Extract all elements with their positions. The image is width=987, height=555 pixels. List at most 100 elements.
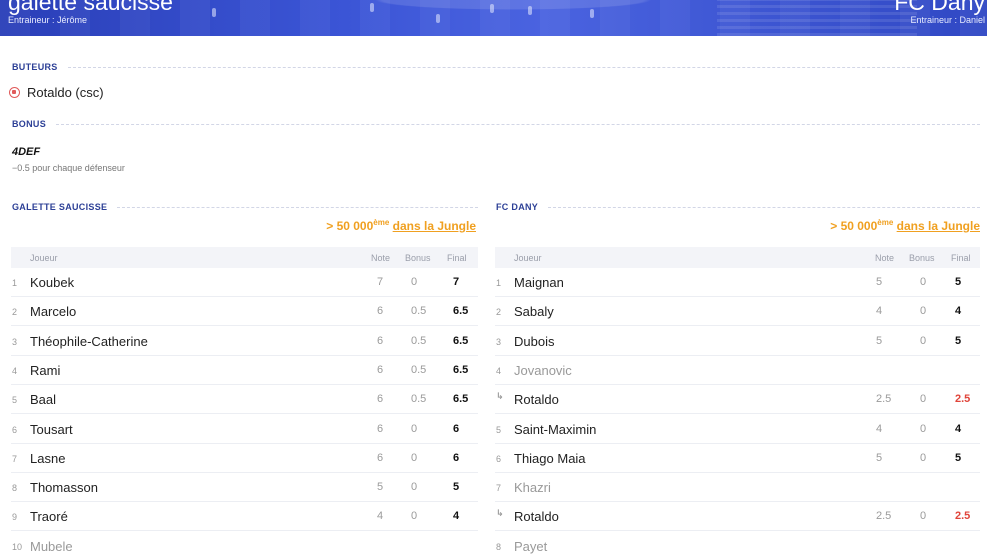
player-number: 6	[12, 424, 18, 435]
player-final: 5	[955, 276, 962, 288]
ball-icon	[9, 87, 20, 98]
table-row[interactable]: ↳ Rotaldo 2.5 0 2.5	[495, 502, 980, 532]
home-team-label: GALETTE SAUCISSE	[12, 202, 108, 212]
table-row[interactable]: 2 Marcelo 6 0.5 6.5	[11, 297, 478, 327]
player-note: 5	[876, 334, 883, 347]
player-final: 4	[453, 510, 460, 523]
away-rank-value: > 50 000	[830, 219, 878, 233]
player-figure	[370, 3, 374, 12]
player-name[interactable]: Baal	[30, 392, 56, 407]
player-number: 8	[496, 541, 502, 552]
player-name[interactable]: Rotaldo	[514, 509, 559, 524]
table-row[interactable]: 4 Jovanovic	[495, 356, 980, 385]
player-note: 4	[377, 510, 384, 523]
table-row[interactable]: 5 Saint-Maximin 4 0 4	[495, 415, 980, 444]
away-jungle-link[interactable]: dans la Jungle	[897, 219, 980, 233]
player-bonus: 0	[920, 510, 927, 523]
home-rank-suffix: ème	[373, 218, 390, 227]
player-bonus: 0.5	[411, 305, 427, 318]
player-final: 7	[453, 276, 460, 288]
away-table-header: Joueur Note Bonus Final	[495, 247, 980, 268]
player-name[interactable]: Rotaldo	[514, 392, 559, 407]
player-name[interactable]: Rami	[30, 363, 60, 378]
player-name[interactable]: Sabaly	[514, 304, 554, 319]
player-final: 6.5	[453, 393, 469, 406]
player-number: 7	[496, 483, 502, 494]
player-final: 2.5	[955, 393, 971, 406]
away-coach: Entraineur : Daniel	[910, 15, 985, 25]
col-note: Note	[371, 253, 391, 263]
table-row[interactable]: 9 Traoré 4 0 4	[11, 502, 478, 532]
player-number: 2	[12, 307, 18, 318]
divider	[548, 206, 980, 208]
player-bonus: 0	[920, 305, 927, 318]
match-banner: galette saucisse Entraineur : Jérôme FC …	[0, 0, 987, 36]
home-jungle-link[interactable]: dans la Jungle	[393, 219, 476, 233]
table-row[interactable]: 7 Lasne 6 0 6	[11, 444, 478, 473]
player-name[interactable]: Marcelo	[30, 304, 76, 319]
divider	[56, 123, 980, 125]
player-name[interactable]: Théophile-Catherine	[30, 334, 148, 349]
away-team-name[interactable]: FC Dany	[894, 0, 985, 16]
table-row[interactable]: 6 Thiago Maia 5 0 5	[495, 444, 980, 473]
table-row[interactable]: 8 Thomasson 5 0 5	[11, 473, 478, 503]
player-name[interactable]: Koubek	[30, 275, 74, 290]
player-name[interactable]: Lasne	[30, 451, 65, 466]
away-rank-suffix: ème	[877, 218, 894, 227]
player-name[interactable]: Tousart	[30, 422, 73, 437]
player-final: 6.5	[453, 305, 469, 318]
player-note: 5	[876, 276, 883, 288]
table-row[interactable]: 2 Sabaly 4 0 4	[495, 297, 980, 327]
player-name[interactable]: Saint-Maximin	[514, 422, 596, 437]
player-number: 1	[496, 278, 502, 288]
player-number: 1	[12, 278, 18, 288]
table-row[interactable]: 7 Khazri	[495, 473, 980, 503]
table-row[interactable]: 3 Théophile-Catherine 6 0.5 6.5	[11, 327, 478, 356]
player-note: 4	[876, 422, 883, 435]
table-row[interactable]: 10 Mubele	[11, 532, 478, 555]
player-name[interactable]: Maignan	[514, 275, 564, 290]
player-number: 3	[496, 336, 502, 347]
table-row[interactable]: 5 Baal 6 0.5 6.5	[11, 385, 478, 415]
player-name[interactable]: Jovanovic	[514, 363, 572, 378]
away-team-label: FC DANY	[496, 202, 539, 212]
player-bonus: 0	[411, 481, 418, 494]
player-name[interactable]: Dubois	[514, 334, 554, 349]
player-note: 2.5	[876, 510, 892, 523]
player-note: 6	[377, 422, 384, 435]
player-name[interactable]: Traoré	[30, 509, 68, 524]
divider	[67, 66, 980, 68]
player-name[interactable]: Khazri	[514, 480, 551, 495]
player-bonus: 0	[920, 276, 927, 288]
player-number: 2	[496, 307, 502, 318]
player-bonus: 0	[411, 276, 418, 288]
player-bonus: 0	[920, 451, 927, 464]
table-row[interactable]: 1 Maignan 5 0 5	[495, 268, 980, 297]
table-row[interactable]: 8 Payet	[495, 532, 980, 555]
player-figure	[490, 4, 494, 13]
player-final: 6.5	[453, 363, 469, 376]
divider	[117, 206, 478, 208]
table-row[interactable]: 6 Tousart 6 0 6	[11, 415, 478, 444]
home-team-name[interactable]: galette saucisse	[8, 0, 173, 16]
player-note: 7	[377, 276, 384, 288]
col-final: Final	[951, 253, 971, 263]
player-note: 4	[876, 305, 883, 318]
player-note: 6	[377, 305, 384, 318]
table-row[interactable]: 1 Koubek 7 0 7	[11, 268, 478, 297]
table-row[interactable]: 3 Dubois 5 0 5	[495, 327, 980, 356]
player-final: 2.5	[955, 510, 971, 523]
player-bonus: 0	[411, 422, 418, 435]
player-bonus: 0	[920, 393, 927, 406]
player-note: 5	[377, 481, 384, 494]
player-final: 6	[453, 451, 460, 464]
player-name[interactable]: Thomasson	[30, 480, 98, 495]
player-name[interactable]: Payet	[514, 539, 547, 554]
table-row[interactable]: ↳ Rotaldo 2.5 0 2.5	[495, 385, 980, 415]
table-row[interactable]: 4 Rami 6 0.5 6.5	[11, 356, 478, 385]
player-name[interactable]: Mubele	[30, 539, 73, 554]
bonus-heading: BONUS	[12, 119, 980, 129]
player-name[interactable]: Thiago Maia	[514, 451, 586, 466]
col-player: Joueur	[514, 253, 542, 263]
bonus-label: BONUS	[12, 119, 47, 129]
